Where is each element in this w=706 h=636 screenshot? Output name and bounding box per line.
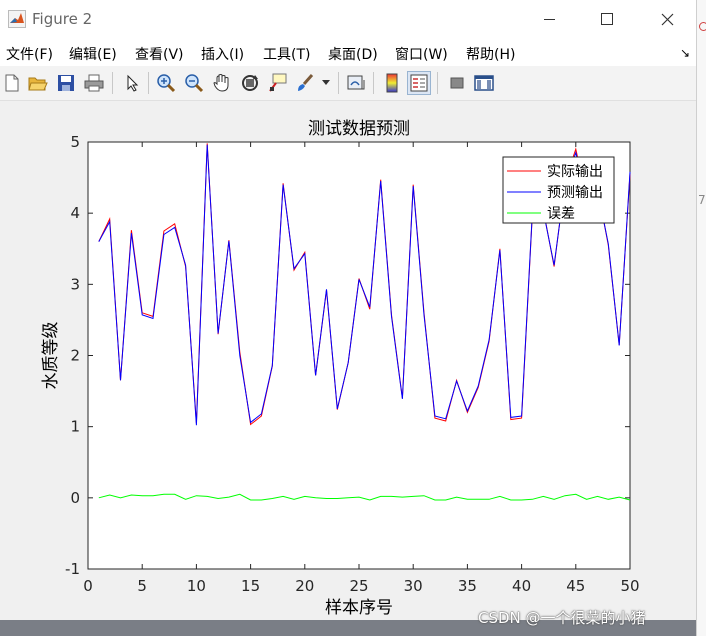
legend-label: 实际输出 (547, 164, 603, 180)
dock-figure-icon[interactable]: ↘ (680, 46, 690, 60)
zoom-in-icon (157, 74, 176, 93)
open-file-button[interactable] (27, 72, 49, 94)
matlab-logo-icon (8, 10, 26, 28)
x-tick-label: 5 (137, 577, 147, 595)
menu-desktop[interactable]: 桌面(D) (328, 44, 378, 64)
pan-button[interactable] (211, 72, 233, 94)
window-title: Figure 2 (32, 10, 93, 28)
menu-file[interactable]: 文件(F) (6, 44, 53, 64)
hide-plot-tools-icon (450, 77, 464, 89)
figure-toolbar (0, 66, 696, 101)
marker-icon (699, 22, 706, 31)
x-tick-label: 0 (83, 577, 93, 595)
save-icon (58, 75, 74, 91)
title-bar[interactable]: Figure 2 (0, 0, 696, 38)
line-chart: 0 5 10 15 20 25 30 35 40 45 50-1012345测试数据预测样本序号水质… (41, 119, 640, 618)
rotate-3d-icon (242, 75, 258, 91)
toolbar-separator (148, 72, 149, 94)
menu-insert[interactable]: 插入(I) (201, 44, 244, 64)
chart-title: 测试数据预测 (308, 119, 410, 139)
legend-label: 预测输出 (547, 185, 603, 201)
menu-view[interactable]: 查看(V) (135, 44, 184, 64)
menu-bar: 文件(F) 编辑(E) 查看(V) 插入(I) 工具(T) 桌面(D) 窗口(W… (0, 38, 696, 66)
x-tick-label: 10 (187, 577, 206, 595)
y-tick-label: 3 (70, 275, 80, 293)
maximize-icon (601, 13, 613, 25)
x-tick-label: 20 (295, 577, 314, 595)
show-plot-tools-icon (474, 75, 494, 91)
menu-window[interactable]: 窗口(W) (395, 44, 448, 64)
insert-legend-button[interactable] (407, 71, 431, 95)
y-tick-label: 2 (70, 347, 80, 365)
close-icon (661, 13, 673, 25)
y-axis-label: 水质等级 (41, 322, 61, 390)
pan-hand-icon (213, 74, 229, 92)
x-tick-label: 45 (566, 577, 585, 595)
link-plot-icon (347, 75, 365, 90)
background-window-edge: 7 (697, 0, 706, 636)
show-plot-tools-button[interactable] (473, 72, 495, 94)
print-icon (84, 74, 104, 92)
hide-plot-tools-button[interactable] (446, 72, 468, 94)
minimize-button[interactable] (520, 0, 578, 38)
watermark-text: CSDN @一个很菜的小猪 (478, 609, 646, 627)
close-button[interactable] (638, 0, 696, 38)
open-file-icon (28, 77, 48, 91)
legend-label: 误差 (547, 206, 575, 222)
select-pointer-button[interactable] (121, 72, 143, 94)
x-tick-label: 30 (404, 577, 423, 595)
brush-dropdown-icon (322, 80, 330, 85)
y-tick-label: 5 (70, 133, 80, 151)
maximize-button[interactable] (578, 0, 636, 38)
insert-legend-icon (410, 74, 428, 92)
insert-colorbar-icon (386, 73, 398, 93)
background-digit: 7 (698, 193, 706, 207)
zoom-out-icon (185, 74, 204, 93)
insert-colorbar-button[interactable] (381, 72, 403, 94)
y-tick-label: 1 (70, 418, 80, 436)
x-tick-label: 15 (241, 577, 260, 595)
brush-icon (298, 74, 314, 91)
data-cursor-icon (269, 73, 287, 92)
select-pointer-icon (127, 74, 139, 92)
y-tick-label: 4 (70, 204, 80, 222)
new-figure-button[interactable] (1, 72, 23, 94)
link-plot-button[interactable] (345, 72, 367, 94)
rotate-3d-button[interactable] (239, 72, 261, 94)
menu-help[interactable]: 帮助(H) (466, 44, 515, 64)
zoom-out-button[interactable] (183, 72, 205, 94)
x-tick-label: 50 (620, 577, 639, 595)
x-tick-label: 25 (349, 577, 368, 595)
toolbar-separator (338, 72, 339, 94)
zoom-in-button[interactable] (155, 72, 177, 94)
brush-dropdown-button[interactable] (320, 72, 332, 94)
new-figure-icon (5, 74, 19, 92)
toolbar-separator (437, 72, 438, 94)
x-tick-label: 35 (458, 577, 477, 595)
x-tick-label: 40 (512, 577, 531, 595)
save-button[interactable] (55, 72, 77, 94)
toolbar-separator (112, 72, 113, 94)
x-axis-label: 样本序号 (325, 598, 393, 618)
y-tick-label: 0 (70, 489, 80, 507)
brush-button[interactable] (294, 72, 316, 94)
menu-tools[interactable]: 工具(T) (263, 44, 310, 64)
menu-edit[interactable]: 编辑(E) (69, 44, 117, 64)
toolbar-separator (373, 72, 374, 94)
print-button[interactable] (83, 72, 105, 94)
data-cursor-button[interactable] (267, 72, 289, 94)
y-tick-label: -1 (65, 560, 80, 578)
minimize-icon (543, 18, 555, 20)
